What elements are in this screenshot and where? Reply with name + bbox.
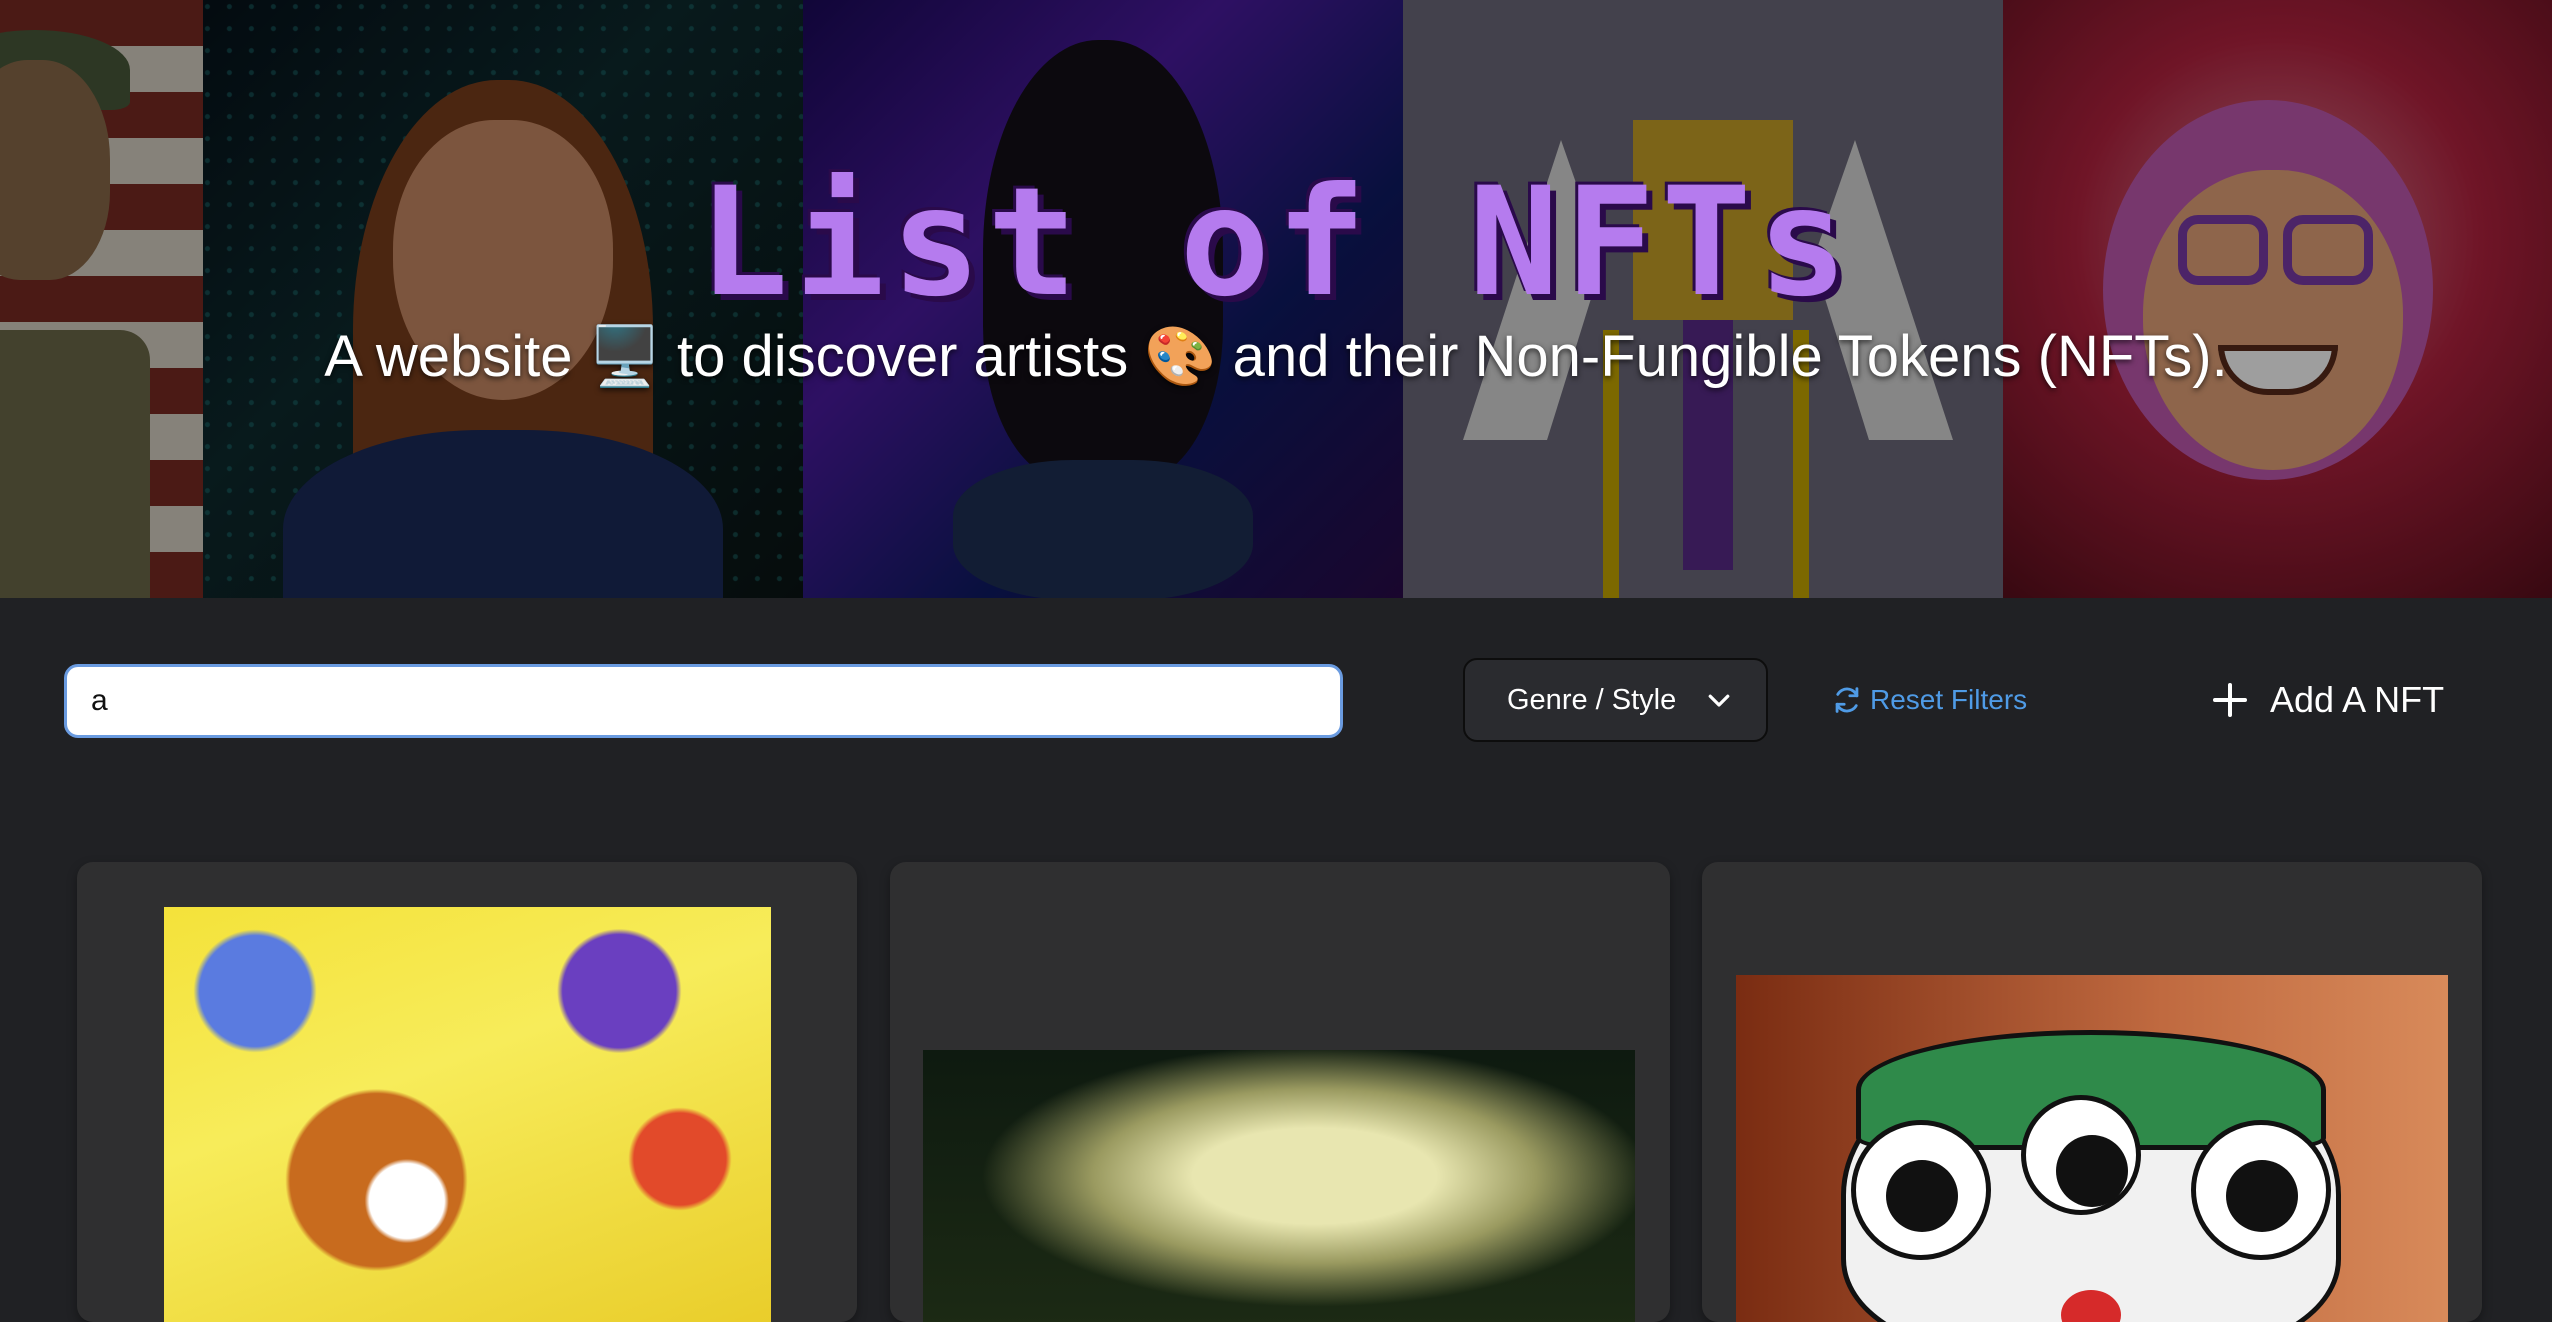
- add-nft-label: Add A NFT: [2270, 679, 2445, 720]
- page-subtitle: A website 🖥️ to discover artists 🎨 and t…: [324, 324, 2228, 389]
- nft-image-abstract-painting[interactable]: [164, 907, 771, 1322]
- chevron-down-icon: [1708, 694, 1730, 707]
- nft-card[interactable]: [77, 862, 857, 1322]
- genre-style-dropdown[interactable]: Genre / Style: [1463, 658, 1768, 742]
- reset-filters-button[interactable]: Reset Filters: [1830, 678, 2027, 722]
- add-nft-button[interactable]: Add A NFT: [2210, 672, 2444, 728]
- nft-image-forest-photo[interactable]: [923, 1050, 1635, 1322]
- reset-filters-label: Reset Filters: [1870, 684, 2028, 715]
- refresh-icon: [1835, 687, 1859, 713]
- search-input[interactable]: [64, 664, 1343, 738]
- genre-style-label: Genre / Style: [1507, 683, 1677, 716]
- hero-banner: List of NFTs A website 🖥️ to discover ar…: [0, 0, 2552, 598]
- plus-icon: [2213, 683, 2247, 717]
- nft-image-frog-character[interactable]: [1736, 975, 2448, 1322]
- page-title: List of NFTs: [698, 156, 1854, 330]
- nft-card[interactable]: [890, 862, 1670, 1322]
- nft-card[interactable]: [1702, 862, 2482, 1322]
